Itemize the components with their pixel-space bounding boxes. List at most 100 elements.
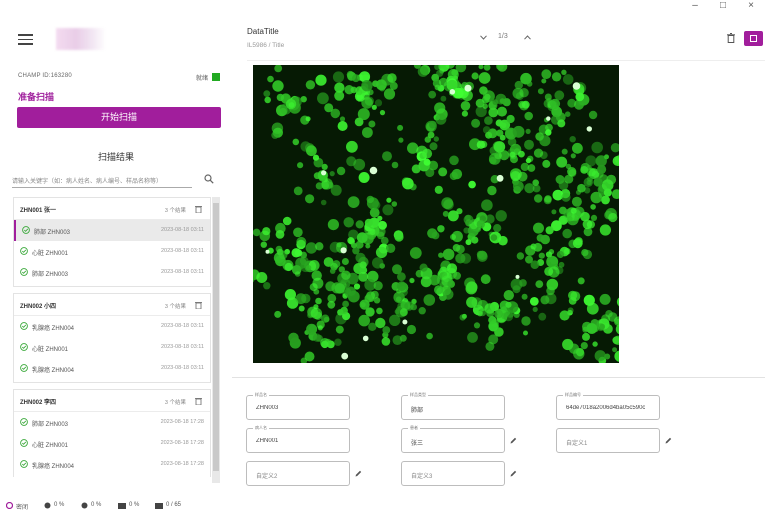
cell <box>554 90 565 101</box>
cell <box>369 207 380 218</box>
cell <box>512 125 525 138</box>
cell <box>463 214 474 225</box>
cell <box>551 72 562 82</box>
cell <box>490 234 498 241</box>
search-icon[interactable] <box>204 174 214 184</box>
group-header[interactable]: ZHN001 张一 3 个结果 <box>14 198 210 220</box>
minimize-button[interactable]: – <box>681 0 709 14</box>
cell <box>488 153 501 165</box>
list-item[interactable]: 乳腺癌 ZHN004 2023-08-18 17:28 <box>14 454 210 475</box>
pencil-icon[interactable] <box>510 437 517 444</box>
cell <box>577 183 586 193</box>
list-item[interactable]: 肺部 ZHN003 2023-08-18 03:11 <box>14 220 210 241</box>
cell <box>334 338 342 346</box>
cell <box>463 227 470 234</box>
custom2-field[interactable]: 自定义2 <box>246 461 350 486</box>
item-name: 乳腺癌 ZHN004 <box>32 368 75 374</box>
field-label: 样品类型 <box>408 392 428 398</box>
cell <box>342 300 349 308</box>
cell-hotspot <box>321 170 327 176</box>
device-status-indicator <box>212 73 220 81</box>
list-item[interactable]: 肺部 ZHN003 2023-08-18 17:28 <box>14 412 210 433</box>
trash-icon[interactable] <box>727 33 735 43</box>
cell <box>362 127 373 138</box>
group-header[interactable]: ZHN002 李四 3 个结果 <box>14 390 210 412</box>
sample-name-field[interactable]: 样品名 ZHN003 <box>246 392 350 420</box>
scrollbar-thumb[interactable] <box>213 203 219 471</box>
cell <box>336 166 346 176</box>
cell <box>429 142 438 151</box>
list-item[interactable]: 心脏 ZHN001 2023-08-18 03:11 <box>14 337 210 358</box>
cell <box>594 350 606 362</box>
cell <box>381 337 391 346</box>
close-button[interactable]: × <box>737 0 765 14</box>
pencil-icon[interactable] <box>355 470 362 477</box>
cell <box>335 325 344 334</box>
cell <box>271 122 284 134</box>
cell <box>533 222 544 234</box>
cell <box>294 249 303 257</box>
item-time: 2023-08-18 03:11 <box>160 323 204 329</box>
cell <box>571 196 582 207</box>
chevron-up-icon[interactable] <box>524 35 531 40</box>
cell <box>451 69 459 76</box>
disk-usage: 0 / 65 <box>166 502 182 508</box>
maximize-button[interactable]: □ <box>709 0 737 14</box>
list-item[interactable]: 肺部 ZHN003 2023-08-18 03:11 <box>14 262 210 283</box>
cell <box>297 162 304 169</box>
chevron-down-icon[interactable] <box>480 35 487 40</box>
microscopy-image[interactable] <box>253 65 619 363</box>
menu-icon[interactable] <box>18 34 33 45</box>
cell <box>407 142 419 154</box>
cell <box>545 129 552 136</box>
pencil-icon[interactable] <box>665 437 672 444</box>
list-item[interactable]: 乳腺癌 ZHN004 2023-08-18 03:11 <box>14 316 210 337</box>
cell <box>376 231 385 240</box>
trash-icon[interactable] <box>195 397 202 405</box>
cell <box>586 323 598 334</box>
custom3-field[interactable]: 自定义3 <box>401 461 505 486</box>
save-button[interactable] <box>744 31 763 46</box>
pencil-icon[interactable] <box>510 470 517 477</box>
patient-field[interactable]: 患者 张三 <box>401 425 505 453</box>
cell <box>442 248 455 261</box>
cell <box>320 338 330 348</box>
cell <box>356 89 363 96</box>
list-item[interactable]: 乳腺癌 ZHN004 2023-08-18 03:11 <box>14 358 210 379</box>
start-scan-button[interactable]: 开始扫描 <box>17 107 221 128</box>
scan-results-title: 扫描结果 <box>97 152 134 162</box>
cell <box>441 197 454 210</box>
cell <box>376 79 387 91</box>
results-scrollbar[interactable] <box>212 197 220 483</box>
group-header[interactable]: ZHN002 小四 3 个结果 <box>14 294 210 316</box>
cell <box>426 332 433 340</box>
list-item[interactable]: 心脏 ZHN001 2023-08-18 17:28 <box>14 433 210 454</box>
patient-name-field[interactable]: 病人名 ZHN001 <box>246 425 350 453</box>
list-item[interactable]: 心脏 ZHN001 2023-08-18 03:11 <box>14 241 210 262</box>
cell <box>487 185 497 196</box>
cell <box>514 80 523 90</box>
cell <box>590 214 598 221</box>
trash-icon[interactable] <box>195 301 202 309</box>
cell-hotspot <box>449 89 456 95</box>
cell <box>460 253 472 264</box>
cell <box>590 204 596 210</box>
cell-hotspot <box>369 166 378 175</box>
cell <box>347 196 360 209</box>
cell <box>375 317 386 329</box>
cell <box>422 148 433 159</box>
page-indicator: 1/3 <box>498 33 508 40</box>
field-label: 样品编号 <box>563 392 583 398</box>
custom1-field[interactable]: 自定义1 <box>556 428 660 453</box>
group-count: 3 个结果 <box>164 208 186 214</box>
cell <box>524 111 533 121</box>
item-name: 心脏 ZHN001 <box>32 251 69 257</box>
sample-id-field[interactable]: 样品编号 64de7018a2006d4ba05c590c <box>556 392 660 420</box>
item-time: 2023-08-18 17:28 <box>160 419 204 425</box>
cell <box>480 274 491 285</box>
search-input[interactable]: 请输入关键字（如：病人姓名、病人编号、样品名称等） <box>12 176 192 188</box>
trash-icon[interactable] <box>195 205 202 213</box>
field-value: 自定义3 <box>411 474 433 480</box>
cell <box>476 250 484 258</box>
sample-type-field[interactable]: 样品类型 肺部 <box>401 392 505 420</box>
